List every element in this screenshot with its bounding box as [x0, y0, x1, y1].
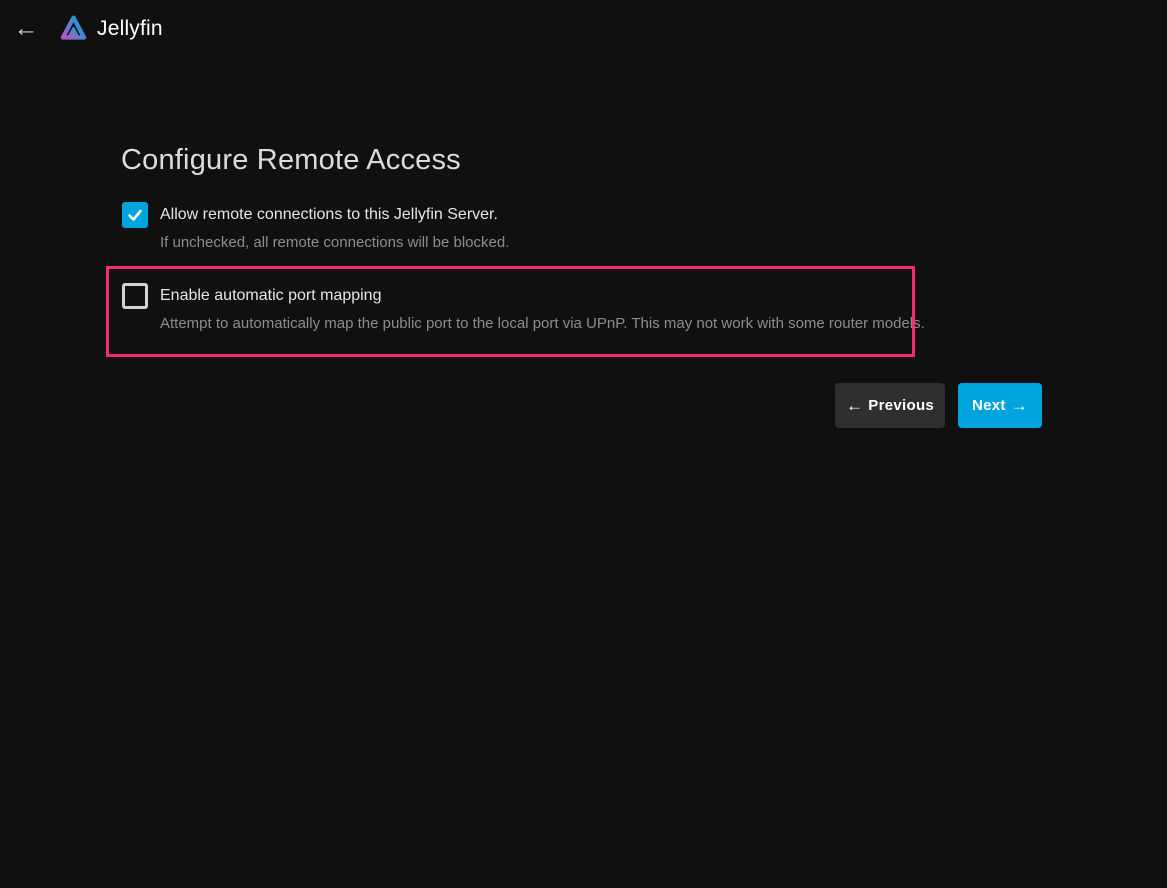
allow-remote-connections-label[interactable]: Allow remote connections to this Jellyfi… [160, 202, 509, 228]
enable-port-mapping-description: Attempt to automatically map the public … [160, 315, 925, 332]
previous-button-label: Previous [868, 397, 934, 414]
option-text: Enable automatic port mapping Attempt to… [160, 283, 925, 332]
jellyfin-logo-icon [58, 11, 89, 46]
wizard-nav-buttons: ← Previous Next → [835, 383, 1042, 428]
next-button-label: Next [972, 397, 1006, 414]
top-bar: ← Jellyfin [0, 0, 1167, 58]
next-button[interactable]: Next → [958, 383, 1042, 428]
allow-remote-connections-checkbox[interactable] [122, 202, 148, 228]
back-arrow-icon: ← [14, 14, 39, 42]
page-title: Configure Remote Access [121, 144, 461, 177]
next-arrow-icon: → [1011, 396, 1028, 416]
checkmark-icon [126, 206, 144, 224]
back-button[interactable]: ← [11, 13, 41, 43]
enable-port-mapping-checkbox[interactable] [122, 283, 148, 309]
app-name: Jellyfin [97, 17, 163, 41]
brand: Jellyfin [58, 11, 163, 46]
option-allow-remote-connections: Allow remote connections to this Jellyfi… [122, 202, 509, 251]
previous-button[interactable]: ← Previous [835, 383, 945, 428]
option-text: Allow remote connections to this Jellyfi… [160, 202, 509, 251]
allow-remote-connections-description: If unchecked, all remote connections wil… [160, 234, 509, 251]
enable-port-mapping-label[interactable]: Enable automatic port mapping [160, 283, 925, 309]
option-enable-port-mapping: Enable automatic port mapping Attempt to… [122, 283, 925, 332]
previous-arrow-icon: ← [846, 396, 863, 416]
jellyfin-setup-wizard-screen: ← Jellyfin Configure Remote Access [0, 0, 1167, 888]
